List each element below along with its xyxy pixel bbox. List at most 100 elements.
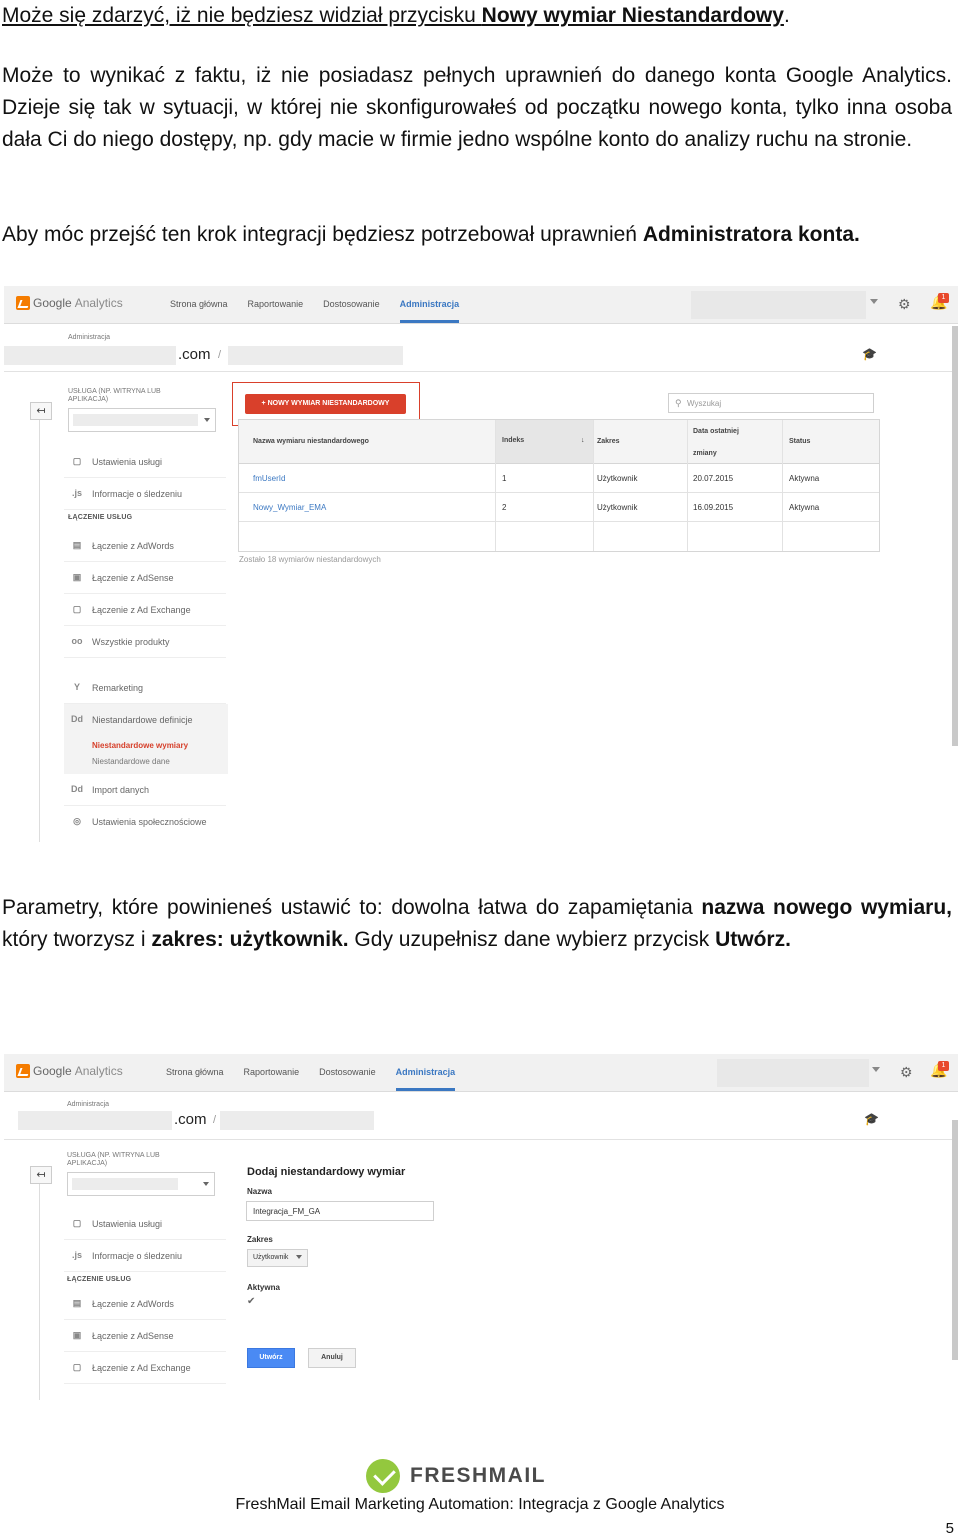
sidebar-item-tracking[interactable]: .js Informacje o śledzeniu xyxy=(64,478,226,510)
adwords-icon: ▤ xyxy=(72,540,82,550)
sidebar-item-label: Remarketing xyxy=(92,683,144,693)
dimension-name-link[interactable]: Nowy_Wymiar_EMA xyxy=(253,503,326,512)
dimension-index: 2 xyxy=(502,503,507,512)
table-header: Nazwa wymiaru niestandardowego Indeks ↓ … xyxy=(239,420,879,464)
notification-badge: 1 xyxy=(938,1061,949,1071)
remaining-dimensions-text: Zostało 18 wymiarów niestandardowych xyxy=(239,555,381,564)
all-products-icon: oo xyxy=(71,636,83,646)
middle-f: Utwórz. xyxy=(715,928,791,951)
sidebar-item-custom-definitions[interactable]: Dd Niestandardowe definicje xyxy=(64,704,226,736)
form-title: Dodaj niestandardowy wymiar xyxy=(247,1166,406,1178)
sidebar-item-adwords[interactable]: ▤ Łączenie z AdWords xyxy=(64,1288,226,1320)
sort-arrow-icon[interactable]: ↓ xyxy=(581,437,585,444)
active-label: Aktywna xyxy=(247,1283,280,1292)
col-scope[interactable]: Zakres xyxy=(597,438,620,445)
sidebar-item-settings[interactable]: ▢ Ustawienia usługi xyxy=(64,446,226,478)
sidebar-item-label: Import danych xyxy=(92,785,150,795)
graduation-cap-icon[interactable]: 🎓 xyxy=(862,347,877,361)
table-row: Nowy_Wymiar_EMA 2 Użytkownik 16.09.2015 … xyxy=(239,493,879,522)
ga-nav-home[interactable]: Strona główna xyxy=(166,1067,224,1077)
sidebar-item-social-settings[interactable]: ◎ Ustawienia społecznościowe xyxy=(64,806,226,838)
ga-logo-icon xyxy=(16,296,30,310)
sidebar-divider xyxy=(39,1170,40,1400)
ga-nav-reporting[interactable]: Raportowanie xyxy=(248,299,304,309)
sidebar-item-data-import[interactable]: Dd Import danych xyxy=(64,774,226,806)
ga-breadcrumb: Administracja .com / 🎓 xyxy=(4,324,958,372)
account-name-redacted xyxy=(18,1111,172,1130)
ga-account-selector[interactable] xyxy=(691,291,866,319)
scrollbar[interactable] xyxy=(952,1120,958,1360)
back-arrow-icon[interactable]: ↤ xyxy=(30,402,52,420)
cancel-button[interactable]: Anuluj xyxy=(308,1348,356,1368)
col-name[interactable]: Nazwa wymiaru niestandardowego xyxy=(253,438,369,445)
property-select-value-redacted xyxy=(72,1178,178,1190)
middle-b: nazwa nowego wymiaru, xyxy=(701,896,952,919)
sidebar-item-label: Łączenie z AdSense xyxy=(92,1331,174,1341)
sidebar-item-tracking[interactable]: .js Informacje o śledzeniu xyxy=(64,1240,226,1272)
sidebar-item-adwords[interactable]: ▤ Łączenie z AdWords xyxy=(64,530,226,562)
sidebar-divider xyxy=(39,402,40,842)
remarketing-icon: Y xyxy=(73,682,80,692)
footer-text: FreshMail Email Marketing Automation: In… xyxy=(235,1496,725,1513)
notification-badge: 1 xyxy=(938,293,949,303)
sidebar-item-remarketing[interactable]: Y Remarketing xyxy=(64,672,226,704)
graduation-cap-icon[interactable]: 🎓 xyxy=(864,1112,879,1126)
intro-paragraph-2: Może to wynikać z faktu, iż nie posiadas… xyxy=(2,64,952,151)
chevron-down-icon xyxy=(296,1255,303,1260)
ga-account-caret-icon[interactable] xyxy=(872,1067,880,1072)
dimension-name-input[interactable]: Integracja_FM_GA xyxy=(246,1201,434,1221)
col-last-changed-2[interactable]: zmiany xyxy=(693,450,717,457)
search-input[interactable]: ⚲ Wyszukaj xyxy=(668,393,874,413)
service-label: USŁUGA (NP. WITRYNA LUB APLIKACJA) xyxy=(68,388,161,403)
col-last-changed[interactable]: Data ostatniej xyxy=(693,428,739,435)
scrollbar[interactable] xyxy=(952,326,958,746)
ga-logo: Google Analytics xyxy=(16,1064,123,1078)
sidebar-item-adexchange[interactable]: ▢ Łączenie z Ad Exchange xyxy=(64,594,226,626)
active-checkbox[interactable]: ✔ xyxy=(247,1296,255,1307)
intro-p1-a: Może się zdarzyć, iż nie będziesz widzia… xyxy=(2,4,482,27)
sidebar-sub-custom-dimensions[interactable]: Niestandardowe wymiary xyxy=(92,741,188,750)
create-button[interactable]: Utwórz xyxy=(247,1348,295,1368)
ga-nav-admin[interactable]: Administracja xyxy=(395,1067,455,1091)
ga-nav-reporting[interactable]: Raportowanie xyxy=(244,1067,300,1077)
sidebar-item-adsense[interactable]: ▣ Łączenie z AdSense xyxy=(64,562,226,594)
sidebar-item-label: Łączenie z AdWords xyxy=(92,1299,174,1309)
ga-nav-admin[interactable]: Administracja xyxy=(399,299,459,323)
js-icon: .js xyxy=(71,488,82,498)
intro-p3-b: Administratora konta. xyxy=(642,223,860,246)
middle-e: Gdy uzupełnisz dane wybierz przycisk xyxy=(348,928,716,951)
gear-icon[interactable]: ⚙ xyxy=(898,296,911,313)
sidebar-item-settings[interactable]: ▢ Ustawienia usługi xyxy=(64,1208,226,1240)
dimension-name-link[interactable]: fmUserId xyxy=(253,474,285,483)
sidebar-item-all-products[interactable]: oo Wszystkie produkty xyxy=(64,626,226,658)
ga-nav-customization[interactable]: Dostosowanie xyxy=(323,299,380,309)
freshmail-logo: FRESHMAIL xyxy=(366,1459,546,1493)
property-select[interactable] xyxy=(68,408,216,432)
ga-nav: Strona główna Raportowanie Dostosowanie … xyxy=(170,299,479,323)
sidebar-item-adsense[interactable]: ▣ Łączenie z AdSense xyxy=(64,1320,226,1352)
new-custom-dimension-button[interactable]: + NOWY WYMIAR NIESTANDARDOWY xyxy=(245,394,406,414)
breadcrumb-label: Administracja xyxy=(67,1101,110,1108)
ga-nav-home[interactable]: Strona główna xyxy=(170,299,228,309)
ga-nav: Strona główna Raportowanie Dostosowanie … xyxy=(166,1067,475,1091)
custom-dimensions-table: Nazwa wymiaru niestandardowego Indeks ↓ … xyxy=(238,419,880,552)
sidebar-sub-custom-metrics[interactable]: Niestandardowe dane xyxy=(92,757,170,766)
ga-account-caret-icon[interactable] xyxy=(870,299,878,304)
gear-icon[interactable]: ⚙ xyxy=(900,1064,913,1081)
col-status[interactable]: Status xyxy=(789,438,810,445)
ga-account-selector[interactable] xyxy=(717,1059,869,1087)
ga-nav-customization[interactable]: Dostosowanie xyxy=(319,1067,376,1077)
breadcrumb-slash: / xyxy=(213,1114,217,1126)
property-select[interactable] xyxy=(67,1172,215,1196)
ga-logo-icon xyxy=(16,1064,30,1078)
adexchange-icon: ▢ xyxy=(72,1362,82,1372)
scope-select-value: Użytkownik xyxy=(253,1254,289,1261)
col-index[interactable]: Indeks xyxy=(502,437,524,444)
ga-breadcrumb: Administracja .com / 🎓 xyxy=(4,1092,958,1140)
back-arrow-icon[interactable]: ↤ xyxy=(30,1166,52,1184)
sidebar-item-adexchange[interactable]: ▢ Łączenie z Ad Exchange xyxy=(64,1352,226,1384)
scope-select[interactable]: Użytkownik xyxy=(247,1249,309,1267)
adwords-icon: ▤ xyxy=(72,1298,82,1308)
adsense-icon: ▣ xyxy=(72,572,82,582)
scope-label: Zakres xyxy=(247,1235,273,1244)
